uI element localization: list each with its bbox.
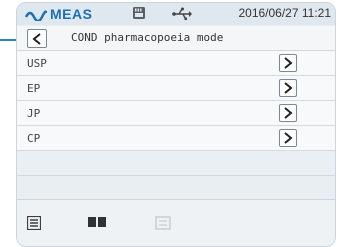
list-item-label: CP	[27, 132, 41, 145]
open-jp-button[interactable]	[279, 104, 297, 122]
book-icon[interactable]	[87, 216, 107, 228]
wave-logo-icon	[25, 10, 47, 21]
open-usp-button[interactable]	[279, 54, 297, 72]
bottom-toolbar	[17, 199, 335, 246]
mode-list: USP EP JP CP	[17, 51, 335, 176]
open-cp-button[interactable]	[279, 129, 297, 147]
empty-row	[17, 151, 335, 176]
list-item-label: EP	[27, 82, 41, 95]
chevron-right-icon	[284, 132, 293, 144]
list-item-label: USP	[27, 57, 47, 70]
list-item-label: JP	[27, 107, 41, 120]
list-item-jp[interactable]: JP	[17, 101, 335, 126]
usb-icon	[172, 7, 192, 20]
device-screen: MEAS 2016/06/27 11:21 COND pharmacopoeia	[16, 2, 336, 247]
brand-logo: MEAS	[25, 5, 92, 23]
chevron-right-icon	[284, 57, 293, 69]
list-item-cp[interactable]: CP	[17, 126, 335, 151]
chevron-right-icon	[284, 107, 293, 119]
sd-card-icon	[133, 7, 145, 19]
datetime-readout: 2016/06/27 11:21	[238, 6, 331, 20]
screen-header: COND pharmacopoeia mode	[17, 26, 335, 51]
list-icon[interactable]	[27, 216, 41, 230]
list-item-usp[interactable]: USP	[17, 51, 335, 76]
list-item-ep[interactable]: EP	[17, 76, 335, 101]
page-title: COND pharmacopoeia mode	[71, 31, 224, 44]
status-bar: MEAS 2016/06/27 11:21	[17, 3, 335, 25]
back-button[interactable]	[27, 29, 47, 48]
open-ep-button[interactable]	[279, 79, 297, 97]
chevron-right-icon	[284, 82, 293, 94]
brand-text: MEAS	[50, 6, 93, 22]
chevron-left-icon	[32, 32, 41, 45]
disabled-tool-icon	[155, 216, 171, 230]
